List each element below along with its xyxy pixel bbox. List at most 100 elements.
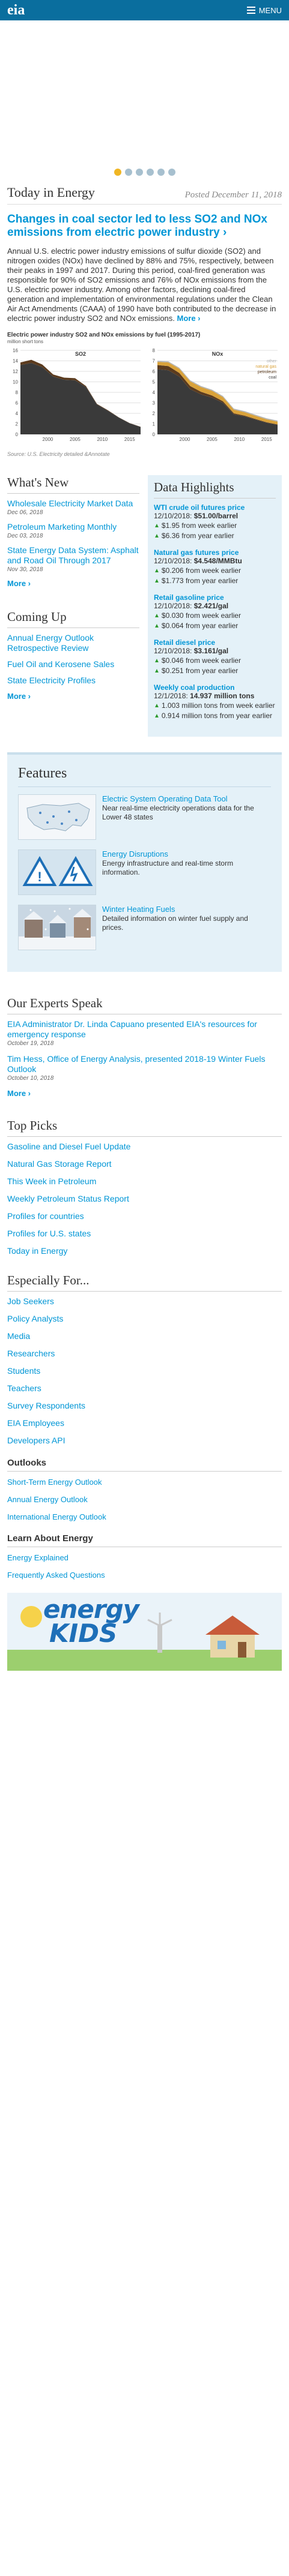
outlook-link[interactable]: International Energy Outlook — [7, 1512, 282, 1521]
coming-up-title: Coming Up — [7, 610, 139, 628]
emissions-chart: Electric power industry SO2 and NOx emis… — [7, 332, 282, 457]
data-highlights-list: WTI crude oil futures price 12/10/2018: $… — [154, 503, 276, 721]
y-tick-label: 4 — [153, 390, 156, 395]
data-highlights-panel: Data Highlights WTI crude oil futures pr… — [148, 475, 282, 737]
area-series-coal — [157, 369, 278, 434]
expert-item: Tim Hess, Office of Energy Analysis, pre… — [7, 1054, 282, 1082]
warning-signs-image[interactable]: ! — [18, 849, 96, 895]
whats-new-list: Wholesale Electricity Market Data Dec 06,… — [7, 499, 139, 573]
coming-up-more-link[interactable]: More › — [7, 692, 139, 701]
news-date: Dec 06, 2018 — [7, 509, 43, 516]
top-pick-link[interactable]: Profiles for U.S. states — [7, 1229, 282, 1239]
data-highlight-label[interactable]: Retail diesel price — [154, 638, 276, 647]
y-tick-label: 16 — [13, 348, 18, 353]
feature-title-link[interactable]: Electric System Operating Data Tool — [102, 794, 271, 803]
feature-title-link[interactable]: Energy Disruptions — [102, 849, 271, 858]
data-highlight-label[interactable]: Weekly coal production — [154, 683, 276, 692]
hamburger-icon — [246, 7, 255, 14]
article-more-link[interactable]: More › — [177, 314, 201, 323]
y-tick-label: 0 — [153, 432, 156, 437]
outlook-link[interactable]: Short-Term Energy Outlook — [7, 1478, 282, 1487]
data-highlight-value: $3.161/gal — [193, 647, 229, 655]
article-summary: Annual U.S. electric power industry emis… — [7, 247, 282, 323]
news-link[interactable]: Wholesale Electricity Market Data — [7, 499, 139, 509]
audience-link[interactable]: Media — [7, 1331, 282, 1341]
coming-up-link[interactable]: Fuel Oil and Kerosene Sales — [7, 659, 139, 669]
data-highlight-change-text: $0.046 from week earlier — [161, 656, 241, 665]
data-highlight-change: ▲ $1.95 from week earlier — [154, 521, 276, 531]
up-arrow-icon: ▲ — [154, 533, 160, 539]
carousel-dot[interactable] — [168, 169, 175, 176]
outlook-link[interactable]: Annual Energy Outlook — [7, 1495, 282, 1504]
data-highlight-label[interactable]: Natural gas futures price — [154, 548, 276, 557]
coming-up-link[interactable]: Annual Energy Outlook Retrospective Revi… — [7, 633, 139, 653]
posted-date: Posted December 11, 2018 — [184, 190, 282, 200]
news-link[interactable]: Petroleum Marketing Monthly — [7, 522, 139, 532]
coming-up-section: Coming Up Annual Energy Outlook Retrospe… — [7, 610, 139, 701]
legend-label: natural gas — [255, 365, 276, 369]
experts-more-link[interactable]: More › — [7, 1089, 282, 1098]
feature-title-link[interactable]: Winter Heating Fuels — [102, 905, 271, 914]
legend-label: petroleum — [258, 370, 276, 374]
eia-logo[interactable]: eia — [7, 0, 25, 20]
y-tick-label: 0 — [16, 432, 19, 437]
expert-link[interactable]: EIA Administrator Dr. Linda Capuano pres… — [7, 1019, 282, 1040]
data-highlight-value-line: 12/1/2018: 14.937 million tons — [154, 692, 276, 701]
audience-link[interactable]: Teachers — [7, 1383, 282, 1394]
audience-link[interactable]: Students — [7, 1366, 282, 1376]
learn-link[interactable]: Frequently Asked Questions — [7, 1571, 282, 1580]
energy-kids-banner[interactable]: energy KIDS — [7, 1593, 282, 1671]
data-highlight-value-line: 12/10/2018: $2.421/gal — [154, 602, 276, 611]
carousel-dot[interactable] — [124, 169, 132, 176]
top-pick-link[interactable]: Gasoline and Diesel Fuel Update — [7, 1142, 282, 1152]
top-pick-link[interactable]: Profiles for countries — [7, 1211, 282, 1221]
experts-speak-section: Our Experts Speak EIA Administrator Dr. … — [0, 996, 289, 1098]
audience-link[interactable]: EIA Employees — [7, 1418, 282, 1428]
data-highlight-label[interactable]: Retail gasoline price — [154, 593, 276, 602]
carousel-dot[interactable] — [114, 169, 121, 176]
data-highlight-value-line: 12/10/2018: $4.548/MMBtu — [154, 557, 276, 566]
snowy-street-image[interactable] — [18, 905, 96, 950]
carousel-dot[interactable] — [157, 169, 165, 176]
chart-source: Source: U.S. Electricity detailed &Annot… — [7, 451, 110, 457]
svg-text:!: ! — [37, 869, 41, 884]
carousel-slide[interactable] — [0, 20, 289, 164]
audience-link[interactable]: Survey Respondents — [7, 1401, 282, 1411]
audience-link[interactable]: Job Seekers — [7, 1296, 282, 1307]
article-headline-link[interactable]: Changes in coal sector led to less SO2 a… — [7, 213, 282, 239]
news-link[interactable]: State Energy Data System: Asphalt and Ro… — [7, 545, 139, 566]
up-arrow-icon: ▲ — [154, 668, 160, 674]
data-highlight-change: ▲ $0.046 from week earlier — [154, 656, 276, 666]
experts-speak-title: Our Experts Speak — [7, 996, 282, 1014]
coming-up-link[interactable]: State Electricity Profiles — [7, 675, 139, 686]
carousel-dot[interactable] — [146, 169, 154, 176]
feature-text: Electric System Operating Data Tool Near … — [102, 794, 271, 840]
top-pick-link[interactable]: Weekly Petroleum Status Report — [7, 1194, 282, 1204]
y-tick-label: 12 — [13, 369, 18, 374]
feature-text: Winter Heating Fuels Detailed information… — [102, 905, 271, 950]
top-picks-list: Gasoline and Diesel Fuel Update Natural G… — [7, 1142, 282, 1256]
data-highlight-value: $51.00/barrel — [193, 512, 239, 520]
carousel-dot[interactable] — [135, 169, 143, 176]
audience-link[interactable]: Policy Analysts — [7, 1314, 282, 1324]
menu-button[interactable]: MENU — [246, 6, 282, 15]
expert-link[interactable]: Tim Hess, Office of Energy Analysis, pre… — [7, 1054, 282, 1074]
top-pick-link[interactable]: This Week in Petroleum — [7, 1176, 282, 1187]
legend-label: coal — [269, 376, 276, 380]
especially-for-title: Especially For... — [7, 1273, 282, 1292]
learn-link[interactable]: Energy Explained — [7, 1553, 282, 1562]
whats-new-more-link[interactable]: More › — [7, 579, 139, 588]
expert-item: EIA Administrator Dr. Linda Capuano pres… — [7, 1019, 282, 1047]
data-highlight-label[interactable]: WTI crude oil futures price — [154, 503, 276, 512]
feature-text: Energy Disruptions Energy infrastructure … — [102, 849, 271, 895]
data-highlight-change-text: 1.003 million tons from week earlier — [161, 701, 275, 710]
audience-link[interactable]: Developers API — [7, 1436, 282, 1446]
top-pick-link[interactable]: Today in Energy — [7, 1246, 282, 1256]
data-highlight-change-text: $1.95 from week earlier — [161, 521, 237, 530]
audience-link[interactable]: Researchers — [7, 1349, 282, 1359]
data-highlight-date: 12/10/2018: — [154, 647, 192, 655]
us-map-image[interactable] — [18, 794, 96, 840]
y-tick-label: 1 — [153, 422, 156, 427]
top-pick-link[interactable]: Natural Gas Storage Report — [7, 1159, 282, 1169]
data-highlight-value: 14.937 million tons — [190, 692, 255, 700]
